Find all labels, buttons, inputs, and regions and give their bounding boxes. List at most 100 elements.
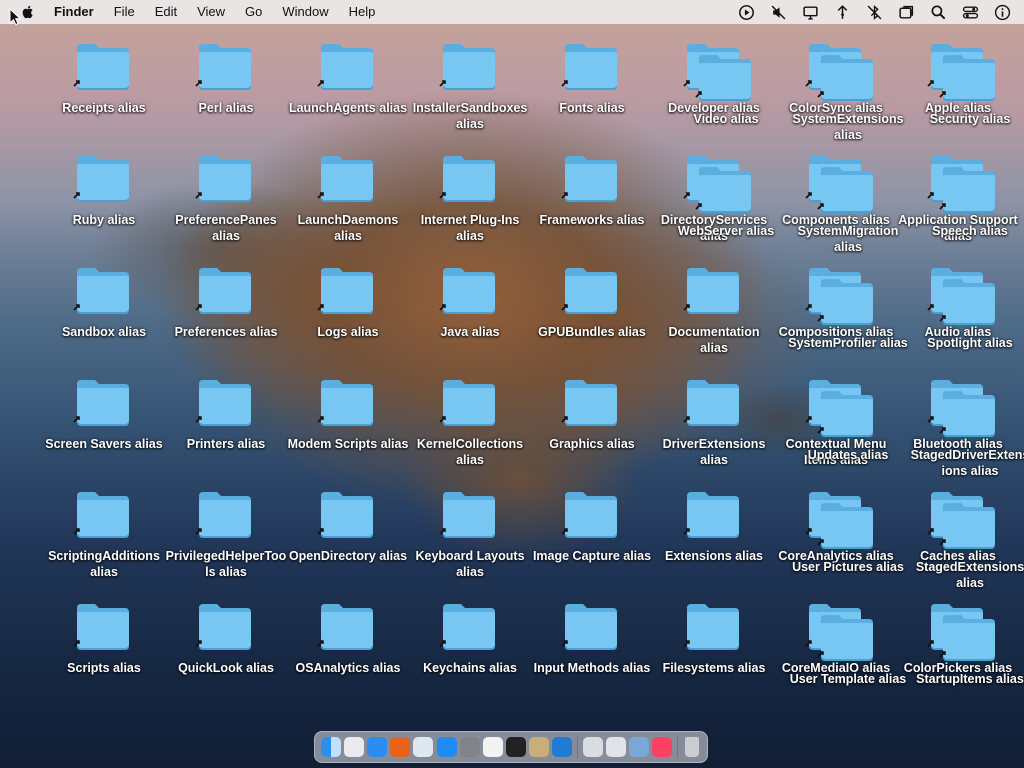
terminal-icon[interactable] [506,737,527,757]
folder-alias-icon[interactable]: Printers alias [165,376,287,486]
folder-alias-icon[interactable]: Ruby alias [43,152,165,262]
firefox-icon[interactable] [390,737,411,757]
vscode-icon[interactable] [552,737,573,757]
menu-finder[interactable]: Finder [44,0,104,24]
menu-view[interactable]: View [187,0,235,24]
folder-label: Ruby alias [72,213,136,227]
music-icon[interactable] [652,737,673,757]
folder-alias-icon[interactable]: GPUBundles alias [531,264,653,374]
menu-file[interactable]: File [104,0,145,24]
safari-icon[interactable] [366,737,387,757]
folder-alias-icon[interactable]: SystemProfiler alias [787,275,909,385]
folder-alias-icon[interactable]: KernelCollections alias [409,376,531,486]
menu-edit[interactable]: Edit [145,0,187,24]
folder-icon [73,376,133,426]
status-area [730,0,1018,24]
folder-alias-icon[interactable]: Updates alias [787,387,909,497]
launchpad-icon[interactable] [343,737,364,757]
dock-separator [676,736,678,758]
instruments-icon[interactable] [605,737,626,757]
folder-alias-icon[interactable]: Speech alias [909,163,1024,273]
trash-icon[interactable] [684,737,699,757]
folder-alias-icon[interactable]: Scripts alias [43,600,165,710]
folder-alias-icon[interactable]: LaunchAgents alias [287,40,409,150]
folder-alias-icon[interactable]: Spotlight alias [909,275,1024,385]
migration-assistant-icon[interactable] [629,737,650,757]
folder-icon [561,376,621,426]
folder-label: Internet Plug-Ins alias [420,213,520,243]
folder-alias-icon[interactable]: DriverExtensions alias [653,376,775,486]
folder-alias-icon[interactable]: User Pictures alias [787,499,909,609]
folder-alias-icon[interactable]: StagedExtensions alias [909,499,1024,609]
folder-alias-icon[interactable]: Screen Savers alias [43,376,165,486]
finder-icon[interactable] [320,737,341,757]
folder-alias-icon[interactable]: InstallerSandboxes alias [409,40,531,150]
folder-alias-icon[interactable]: Frameworks alias [531,152,653,262]
folder-alias-icon[interactable]: Fonts alias [531,40,653,150]
folder-alias-icon[interactable]: Extensions alias [653,488,775,598]
preview-icon[interactable] [582,737,603,757]
folder-alias-icon[interactable]: Input Methods alias [531,600,653,710]
search-icon[interactable] [922,0,954,24]
folder-alias-icon[interactable]: Perl alias [165,40,287,150]
window-icon[interactable] [890,0,922,24]
system-preferences-icon[interactable] [459,737,480,757]
folder-icon [439,264,499,314]
folder-alias-icon[interactable]: Image Capture alias [531,488,653,598]
mute-icon[interactable] [762,0,794,24]
folder-alias-icon[interactable]: Documentation alias [653,264,775,374]
folder-alias-icon[interactable]: SystemMigration alias [787,163,909,273]
folder-icon [939,499,999,549]
folder-icon [695,51,755,101]
folder-label: Preferences alias [174,325,278,339]
folder-alias-icon[interactable]: PreferencePanes alias [165,152,287,262]
control-center-icon[interactable] [954,0,986,24]
folder-icon [561,600,621,650]
folder-alias-icon[interactable]: WebServer alias [665,163,787,273]
chrome-icon[interactable] [413,737,434,757]
folder-label: OSAnalytics alias [295,661,401,675]
folder-alias-icon[interactable]: Modem Scripts alias [287,376,409,486]
folder-alias-icon[interactable]: Sandbox alias [43,264,165,374]
folder-alias-icon[interactable]: OpenDirectory alias [287,488,409,598]
folder-alias-icon[interactable]: Receipts alias [43,40,165,150]
folder-alias-icon[interactable]: ScriptingAdditions alias [43,488,165,598]
folder-icon [317,40,377,90]
display-icon[interactable] [794,0,826,24]
folder-label: LaunchDaemons alias [297,213,399,243]
folder-alias-icon[interactable]: Graphics alias [531,376,653,486]
folder-alias-icon[interactable]: SystemExtensions alias [787,51,909,161]
folder-alias-icon[interactable]: Logs alias [287,264,409,374]
apple-menu-icon[interactable] [20,4,36,20]
menu-help[interactable]: Help [339,0,386,24]
folder-label: Extensions alias [665,549,763,563]
folder-alias-icon[interactable]: Internet Plug-Ins alias [409,152,531,262]
info-icon[interactable] [986,0,1018,24]
folder-alias-icon[interactable]: StartupItems alias [909,611,1024,721]
folder-alias-icon[interactable]: QuickLook alias [165,600,287,710]
textedit-icon[interactable] [482,737,503,757]
folder-alias-icon[interactable]: PrivilegedHelperTools alias [165,488,287,598]
folder-alias-icon[interactable]: OSAnalytics alias [287,600,409,710]
folder-alias-icon[interactable]: Keychains alias [409,600,531,710]
app-store-icon[interactable] [436,737,457,757]
folder-icon [683,376,743,426]
folder-alias-icon[interactable]: User Template alias [787,611,909,721]
folder-alias-icon[interactable]: Filesystems alias [653,600,775,710]
folder-alias-icon[interactable]: StagedDriverExtensions alias [909,387,1024,497]
bluetooth-off-icon[interactable] [858,0,890,24]
folder-alias-icon[interactable]: Security alias [909,51,1024,161]
folder-alias-icon[interactable]: Video alias [665,51,787,161]
menu-go[interactable]: Go [235,0,272,24]
folder-alias-icon[interactable]: Preferences alias [165,264,287,374]
folder-label: Speech alias [932,224,1008,238]
folder-label: DriverExtensions alias [662,437,766,467]
menu-window[interactable]: Window [272,0,338,24]
network-icon[interactable] [826,0,858,24]
play-circle-icon[interactable] [730,0,762,24]
folder-alias-icon[interactable]: Java alias [409,264,531,374]
folder-alias-icon[interactable]: LaunchDaemons alias [287,152,409,262]
folder-alias-icon[interactable]: Keyboard Layouts alias [409,488,531,598]
script-editor-icon[interactable] [529,737,550,757]
folder-label: SystemExtensions alias [792,112,904,142]
